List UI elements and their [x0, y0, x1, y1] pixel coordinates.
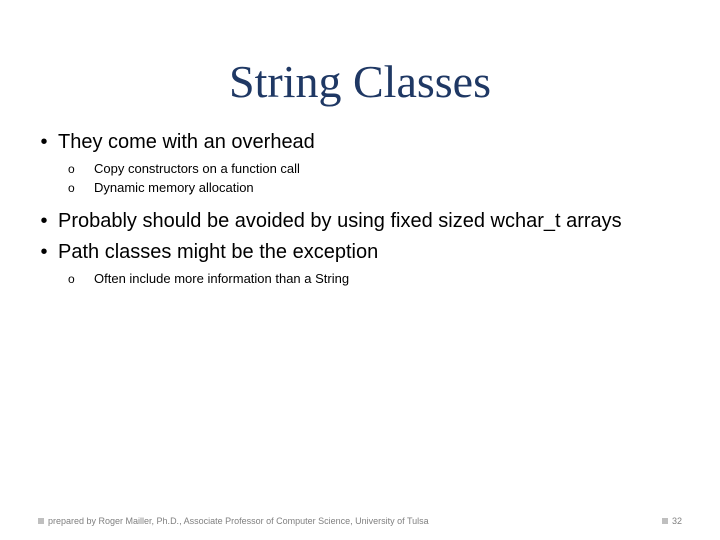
bullet-text: Path classes might be the exception	[58, 240, 378, 265]
bullet-level2: o Often include more information than a …	[68, 271, 682, 288]
footer-page-number: 32	[672, 516, 682, 526]
bullet-text: They come with an overhead	[58, 130, 315, 155]
bullet-level1: • Path classes might be the exception	[30, 240, 682, 265]
footer: prepared by Roger Mailler, Ph.D., Associ…	[38, 516, 682, 526]
bullet-text: Probably should be avoided by using fixe…	[58, 209, 622, 234]
bullet-level1: • Probably should be avoided by using fi…	[30, 209, 682, 234]
bullet-level2: o Dynamic memory allocation	[68, 180, 682, 197]
bullet-level2: o Copy constructors on a function call	[68, 161, 682, 178]
bullet-circle-icon: o	[68, 271, 94, 288]
bullet-circle-icon: o	[68, 161, 94, 178]
footer-author-text: prepared by Roger Mailler, Ph.D., Associ…	[48, 516, 429, 526]
bullet-text: Dynamic memory allocation	[94, 180, 254, 197]
footer-page: 32	[662, 516, 682, 526]
bullet-dot-icon: •	[30, 130, 58, 155]
slide: String Classes • They come with an overh…	[0, 0, 720, 540]
bullet-level1: • They come with an overhead	[30, 130, 682, 155]
bullet-dot-icon: •	[30, 209, 58, 234]
square-icon	[38, 518, 44, 524]
bullet-dot-icon: •	[30, 240, 58, 265]
bullet-text: Often include more information than a St…	[94, 271, 349, 288]
bullet-circle-icon: o	[68, 180, 94, 197]
slide-title: String Classes	[38, 55, 682, 108]
footer-author: prepared by Roger Mailler, Ph.D., Associ…	[38, 516, 429, 526]
bullet-text: Copy constructors on a function call	[94, 161, 300, 178]
square-icon	[662, 518, 668, 524]
